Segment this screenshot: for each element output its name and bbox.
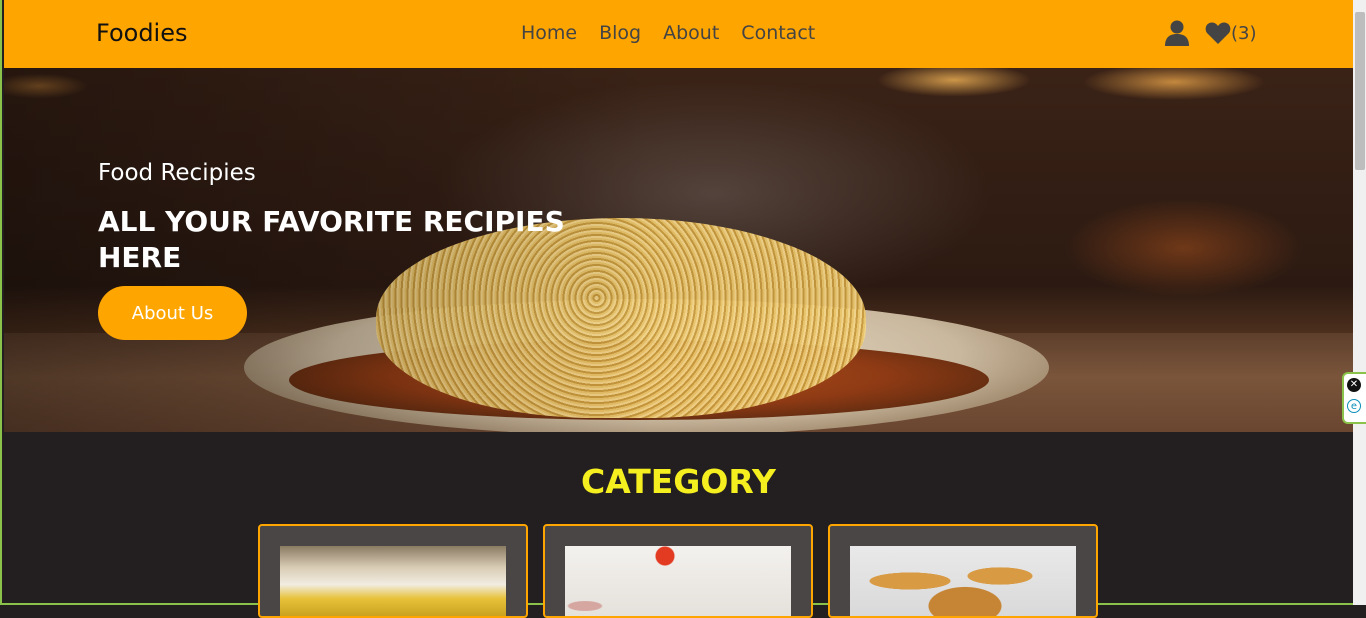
- heart-icon[interactable]: [1205, 21, 1231, 45]
- nav-about[interactable]: About: [663, 22, 719, 44]
- nav-contact[interactable]: Contact: [741, 22, 815, 44]
- category-title: CATEGORY: [581, 462, 776, 501]
- brand-logo[interactable]: Foodies: [96, 19, 188, 47]
- burgers-image: [850, 546, 1076, 616]
- scrollbar-thumb[interactable]: [1355, 12, 1365, 170]
- category-card[interactable]: [828, 524, 1098, 618]
- category-card[interactable]: [543, 524, 813, 618]
- about-us-button[interactable]: About Us: [98, 286, 247, 340]
- user-icon[interactable]: [1165, 20, 1189, 46]
- nav-blog[interactable]: Blog: [599, 22, 641, 44]
- rice-dish-image: [280, 546, 506, 616]
- nav-home[interactable]: Home: [521, 22, 577, 44]
- hero-banner: Food Recipies ALL YOUR FAVORITE RECIPIES…: [4, 68, 1353, 432]
- category-card[interactable]: [258, 524, 528, 618]
- ingredients-image: [565, 546, 791, 616]
- main-nav: Home Blog About Contact: [521, 22, 815, 44]
- e-icon[interactable]: e: [1347, 399, 1361, 413]
- hero-title: ALL YOUR FAVORITE RECIPIES HERE: [98, 205, 565, 274]
- favorites-count: (3): [1231, 23, 1257, 44]
- close-icon[interactable]: ✕: [1347, 378, 1361, 392]
- hero-eyebrow: Food Recipies: [98, 160, 256, 186]
